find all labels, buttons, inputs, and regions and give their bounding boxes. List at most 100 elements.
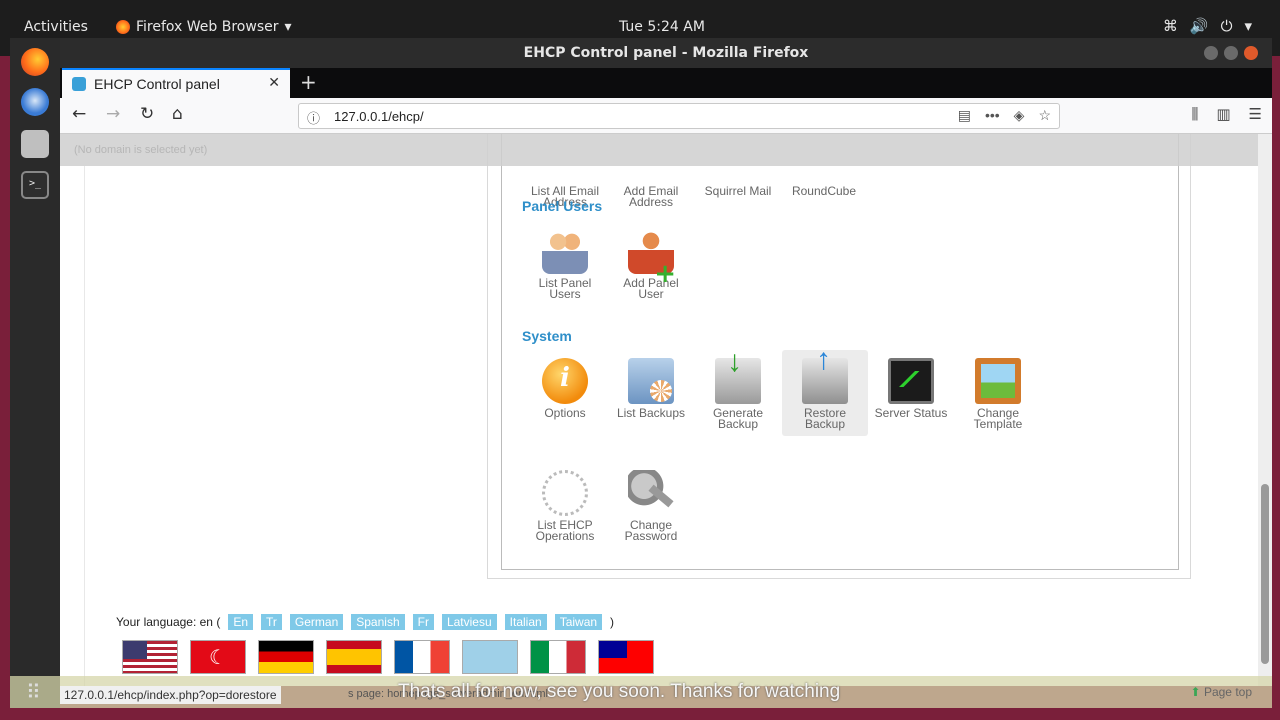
list-panel-users-item[interactable]: List Panel Users (522, 228, 608, 300)
italy-flag-icon[interactable] (530, 640, 586, 674)
operations-icon (542, 470, 588, 516)
germany-flag-icon[interactable] (258, 640, 314, 674)
lang-link-latviesu[interactable]: Latviesu (441, 614, 497, 630)
lang-link-italian[interactable]: Italian (504, 614, 547, 630)
up-arrow-icon: ⬆ (1190, 685, 1201, 699)
item-label: Template (973, 417, 1023, 431)
app-menu-label: Firefox Web Browser (136, 19, 279, 35)
lang-link-tr[interactable]: Tr (261, 614, 282, 630)
list-backups-item[interactable]: List Backups (608, 358, 694, 419)
restore-backup-item[interactable]: Restore Backup (782, 350, 868, 436)
thunderbird-dock-icon[interactable] (21, 88, 49, 116)
power-icon[interactable]: ⏻ (1221, 17, 1233, 35)
page-top-label: Page top (1203, 685, 1252, 699)
chevron-down-icon: ▾ (284, 19, 292, 35)
france-flag-icon[interactable] (394, 640, 450, 674)
url-text[interactable]: 127.0.0.1/ehcp/ (334, 109, 424, 124)
window-title: EHCP Control panel - Mozilla Firefox (523, 45, 809, 61)
home-button[interactable]: ⌂ (172, 104, 183, 124)
spain-flag-icon[interactable] (326, 640, 382, 674)
options-icon: i (542, 358, 588, 404)
flag-row: ☾ (122, 640, 654, 674)
latvia-flag-icon[interactable] (462, 640, 518, 674)
add-user-icon (628, 228, 676, 280)
change-template-item[interactable]: Change Template (955, 358, 1041, 430)
server-status-item[interactable]: Server Status (868, 358, 954, 419)
volume-icon[interactable]: 🔊 (1190, 17, 1209, 35)
app-menu[interactable]: Firefox Web Browser ▾ (116, 19, 292, 35)
taiwan-flag-icon[interactable] (598, 640, 654, 674)
lang-link-fr[interactable]: Fr (412, 614, 434, 630)
item-label: Backup (717, 417, 759, 431)
system-tray[interactable]: ⌘ 🔊 ⏻ ▾ (1163, 17, 1252, 35)
language-suffix: ) (610, 615, 615, 629)
main-panel: List All Email Address Add Email Address… (487, 134, 1191, 579)
minimize-button[interactable] (1204, 46, 1218, 60)
generate-backup-item[interactable]: Generate Backup (695, 356, 781, 431)
password-icon (628, 470, 674, 516)
chevron-down-icon[interactable]: ▾ (1244, 17, 1252, 35)
page-top-link[interactable]: ⬆ Page top (1191, 685, 1252, 699)
lang-link-german[interactable]: German (289, 614, 344, 630)
terminal-dock-icon[interactable]: >_ (21, 171, 49, 199)
tab-ehcp[interactable]: EHCP Control panel ✕ (62, 68, 290, 98)
window-title-bar: EHCP Control panel - Mozilla Firefox (60, 38, 1272, 68)
bookmark-star-icon[interactable]: ☆ (1038, 107, 1051, 124)
item-label: Operations (535, 529, 595, 543)
video-subtitle: Thats all for now, see you soon. Thanks … (398, 681, 841, 702)
lang-link-spanish[interactable]: Spanish (351, 614, 405, 630)
item-label: Users (549, 287, 581, 301)
status-url: 127.0.0.1/ehcp/index.php?op=dorestore (60, 686, 281, 704)
info-icon[interactable]: ⓘ (307, 108, 320, 127)
reload-button[interactable]: ↻ (140, 104, 154, 124)
new-tab-button[interactable]: + (300, 70, 317, 94)
reader-view-icon[interactable]: ▤ (958, 107, 971, 124)
forward-button[interactable]: → (106, 104, 120, 124)
add-panel-user-item[interactable]: Add Panel User (608, 228, 694, 300)
lang-link-en[interactable]: En (228, 614, 253, 630)
vertical-scrollbar[interactable] (1258, 134, 1272, 686)
change-password-item[interactable]: Change Password (608, 470, 694, 542)
sidebar-icon[interactable]: ▥ (1216, 105, 1230, 123)
users-icon (542, 228, 588, 274)
close-window-button[interactable] (1244, 46, 1258, 60)
turkey-flag-icon[interactable]: ☾ (190, 640, 246, 674)
network-icon[interactable]: ⌘ (1163, 17, 1178, 35)
more-actions-icon[interactable]: ••• (985, 107, 1000, 124)
us-flag-icon[interactable] (122, 640, 178, 674)
window-controls (1204, 46, 1258, 60)
item-label: Address (628, 195, 674, 209)
library-icon[interactable]: ⫼ (1191, 105, 1198, 123)
left-panel (84, 166, 486, 686)
close-tab-icon[interactable]: ✕ (268, 75, 280, 91)
template-icon (975, 358, 1021, 404)
pocket-icon[interactable]: ◈ (1014, 107, 1025, 124)
tab-title: EHCP Control panel (94, 76, 220, 92)
maximize-button[interactable] (1224, 46, 1238, 60)
list-ehcp-operations-item[interactable]: List EHCP Operations (522, 470, 608, 542)
menu-icon[interactable]: ☰ (1249, 105, 1262, 123)
no-domain-text: (No domain is selected yet) (74, 144, 208, 156)
files-dock-icon[interactable] (21, 130, 49, 158)
lang-link-taiwan[interactable]: Taiwan (554, 614, 603, 630)
status-bar: ⠿ 127.0.0.1/ehcp/index.php?op=dorestore … (10, 676, 1272, 708)
item-label: Backup (804, 417, 846, 431)
item-label: List Backups (616, 406, 686, 420)
activities-button[interactable]: Activities (24, 19, 88, 35)
clock[interactable]: Tue 5:24 AM (619, 19, 705, 35)
firefox-dock-icon[interactable] (21, 48, 49, 76)
panel-users-heading: Panel Users (522, 198, 603, 214)
favicon-icon (72, 77, 86, 91)
options-item[interactable]: i Options (522, 358, 608, 419)
item-label: Options (544, 406, 586, 420)
url-bar[interactable]: ⓘ 127.0.0.1/ehcp/ ▤ ••• ◈ ☆ (298, 103, 1060, 129)
back-button[interactable]: ← (72, 104, 86, 124)
restore-backup-icon (802, 354, 848, 404)
item-label: Squirrel Mail (704, 184, 772, 198)
language-row: Your language: en ( En Tr German Spanish… (116, 614, 614, 630)
dock: >_ (10, 38, 60, 708)
tab-bar: EHCP Control panel ✕ + (60, 68, 1272, 98)
scrollbar-thumb[interactable] (1261, 484, 1269, 664)
icon-panel: List All Email Address Add Email Address… (501, 134, 1179, 570)
show-apps-icon[interactable]: ⠿ (26, 680, 41, 704)
